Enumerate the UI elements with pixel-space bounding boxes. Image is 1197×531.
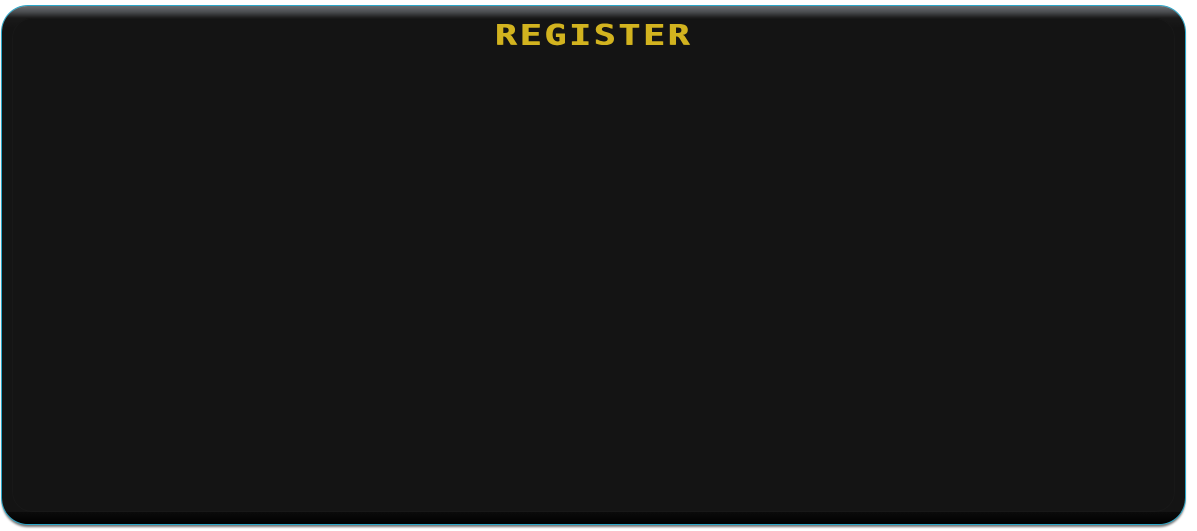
register-panel: [12, 18, 1175, 512]
dialog-bottom-edge: [2, 512, 1185, 524]
dialog-title: REGISTER: [494, 19, 693, 52]
register-dialog: REGISTER: [2, 6, 1185, 524]
